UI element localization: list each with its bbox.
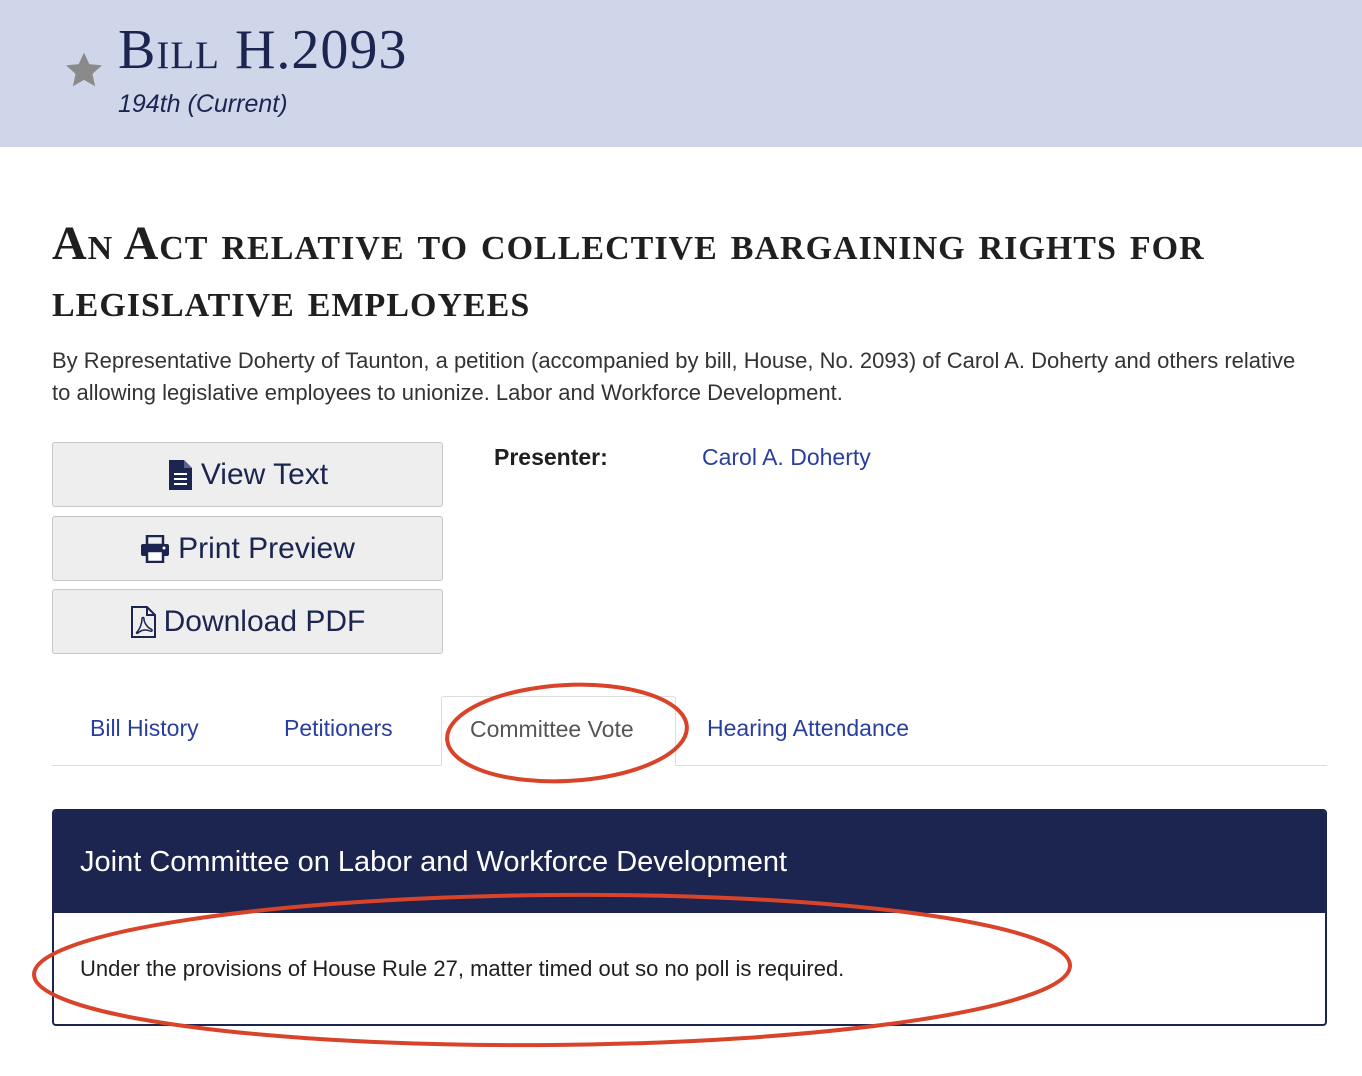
print-preview-button[interactable]: Print Preview	[52, 516, 443, 581]
committee-vote-note: Under the provisions of House Rule 27, m…	[80, 956, 845, 981]
print-preview-label: Print Preview	[178, 531, 355, 565]
view-text-button[interactable]: View Text	[52, 442, 443, 507]
committee-heading: Joint Committee on Labor and Workforce D…	[54, 811, 1325, 913]
presenter-link[interactable]: Carol A. Doherty	[702, 444, 871, 471]
tab-bill-history[interactable]: Bill History	[90, 715, 199, 742]
document-icon	[168, 459, 192, 490]
committee-vote-panel: Joint Committee on Labor and Workforce D…	[52, 809, 1327, 1026]
bill-header: Bill H.2093 194th (Current)	[0, 0, 1362, 147]
pdf-icon	[130, 605, 156, 638]
act-title: An Act relative to collective bargaining…	[52, 217, 1205, 327]
printer-icon	[141, 534, 170, 563]
tab-hearing-attendance[interactable]: Hearing Attendance	[707, 715, 909, 742]
tab-divider	[52, 765, 1327, 766]
tab-petitioners[interactable]: Petitioners	[284, 715, 393, 742]
tab-committee-vote[interactable]: Committee Vote	[441, 696, 676, 766]
bill-title: Bill H.2093	[118, 19, 408, 81]
star-icon[interactable]	[62, 48, 106, 92]
session-label: 194th (Current)	[118, 90, 288, 118]
bill-summary: By Representative Doherty of Taunton, a …	[52, 348, 1296, 405]
presenter-label: Presenter:	[494, 444, 608, 470]
download-pdf-button[interactable]: Download PDF	[52, 589, 443, 654]
download-pdf-label: Download PDF	[163, 604, 366, 638]
tab-committee-vote-label: Committee Vote	[470, 716, 634, 742]
view-text-label: View Text	[200, 457, 329, 491]
